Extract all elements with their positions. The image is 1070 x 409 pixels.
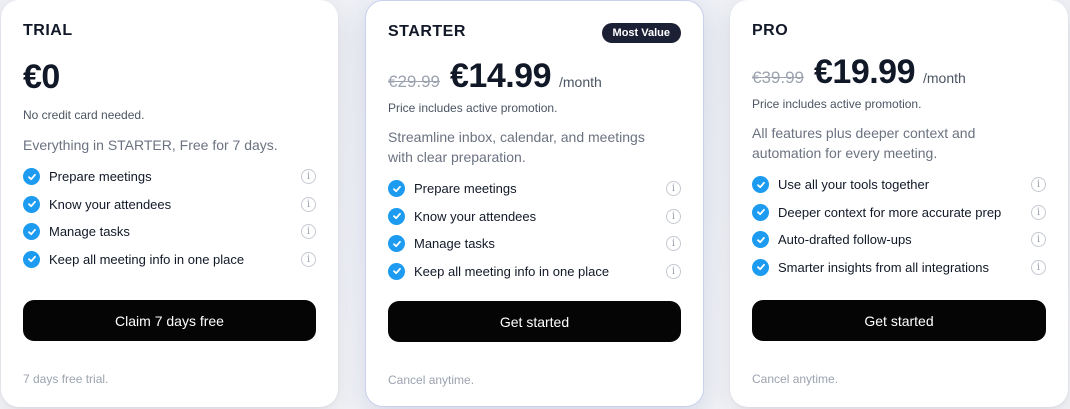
feature-item: Smarter insights from all integrations i (752, 254, 1046, 282)
check-circle-icon (388, 235, 405, 253)
price-note: Price includes active promotion. (388, 101, 558, 115)
footnote: Cancel anytime. (752, 372, 839, 386)
feature-label: Keep all meeting info in one place (49, 251, 245, 267)
feature-label: Use all your tools together (778, 177, 930, 193)
check-circle-icon (23, 195, 40, 213)
feature-label: Prepare meetings (414, 181, 517, 197)
feature-list: Prepare meetings i Know your attendees i M… (23, 163, 316, 273)
price: €19.99 (814, 53, 916, 91)
info-icon[interactable]: i (1031, 232, 1046, 248)
feature-label: Manage tasks (414, 236, 495, 252)
price-row: €0 (23, 58, 60, 97)
plan-name: STARTER (388, 23, 466, 40)
info-icon[interactable]: i (301, 169, 316, 185)
feature-item: Keep all meeting info in one place i (23, 246, 316, 274)
footnote: 7 days free trial. (23, 372, 109, 386)
info-icon[interactable]: i (1031, 177, 1046, 193)
plan-card-pro: PRO €39.99 €19.99 /month Price includes … (730, 0, 1068, 407)
feature-label: Manage tasks (49, 224, 130, 240)
check-circle-icon (752, 203, 769, 221)
feature-label: Deeper context for more accurate prep (778, 204, 1002, 220)
feature-item: Auto-drafted follow-ups i (752, 226, 1046, 254)
info-icon[interactable]: i (301, 251, 316, 267)
feature-list: Prepare meetings i Know your attendees i M… (388, 175, 681, 285)
price-period: /month (923, 70, 966, 86)
feature-item: Deeper context for more accurate prep i (752, 199, 1046, 227)
check-circle-icon (752, 231, 769, 249)
info-icon[interactable]: i (666, 208, 681, 224)
info-icon[interactable]: i (666, 236, 681, 252)
price: €14.99 (450, 57, 552, 95)
check-circle-icon (388, 262, 405, 280)
feature-label: Know your attendees (414, 208, 537, 224)
check-circle-icon (388, 207, 405, 225)
price-period: /month (559, 74, 602, 90)
info-icon[interactable]: i (666, 181, 681, 197)
plan-card-starter: STARTER Most Value €29.99 €14.99 /month … (365, 0, 704, 407)
old-price: €29.99 (388, 72, 440, 91)
get-started-button[interactable]: Get started (752, 300, 1046, 341)
price: €0 (23, 58, 60, 96)
feature-label: Smarter insights from all integrations (778, 259, 989, 275)
feature-item: Prepare meetings i (23, 163, 316, 191)
check-circle-icon (23, 250, 40, 268)
info-icon[interactable]: i (1031, 259, 1046, 275)
check-circle-icon (388, 180, 405, 198)
feature-label: Keep all meeting info in one place (414, 263, 610, 279)
feature-label: Auto-drafted follow-ups (778, 232, 912, 248)
feature-item: Manage tasks i (23, 218, 316, 246)
feature-item: Use all your tools together i (752, 171, 1046, 199)
plan-name: TRIAL (23, 22, 73, 39)
footnote: Cancel anytime. (388, 373, 475, 387)
price-note: Price includes active promotion. (752, 97, 922, 111)
feature-label: Prepare meetings (49, 169, 152, 185)
plan-name: PRO (752, 22, 789, 39)
plan-card-trial: TRIAL €0 No credit card needed. Everythi… (1, 0, 338, 407)
feature-item: Manage tasks i (388, 230, 681, 258)
feature-list: Use all your tools together i Deeper cont… (752, 171, 1046, 281)
info-icon[interactable]: i (301, 224, 316, 240)
feature-item: Keep all meeting info in one place i (388, 258, 681, 286)
check-circle-icon (23, 223, 40, 241)
info-icon[interactable]: i (301, 196, 316, 212)
info-icon[interactable]: i (666, 263, 681, 279)
feature-item: Know your attendees i (23, 191, 316, 219)
info-icon[interactable]: i (1031, 204, 1046, 220)
plan-description: Streamline inbox, calendar, and meetings… (388, 129, 645, 165)
most-value-badge: Most Value (601, 23, 681, 43)
get-started-button[interactable]: Get started (388, 301, 681, 342)
price-note: No credit card needed. (23, 108, 145, 122)
price-row: €29.99 €14.99 /month (388, 57, 602, 96)
price-row: €39.99 €19.99 /month (752, 53, 966, 92)
check-circle-icon (23, 168, 40, 186)
feature-item: Know your attendees i (388, 203, 681, 231)
feature-label: Know your attendees (49, 196, 172, 212)
check-circle-icon (752, 258, 769, 276)
plan-description: Everything in STARTER, Free for 7 days. (23, 137, 278, 153)
old-price: €39.99 (752, 68, 804, 87)
check-circle-icon (752, 176, 769, 194)
plan-description: All features plus deeper context and aut… (752, 125, 976, 161)
feature-item: Prepare meetings i (388, 175, 681, 203)
claim-trial-button[interactable]: Claim 7 days free (23, 300, 316, 341)
